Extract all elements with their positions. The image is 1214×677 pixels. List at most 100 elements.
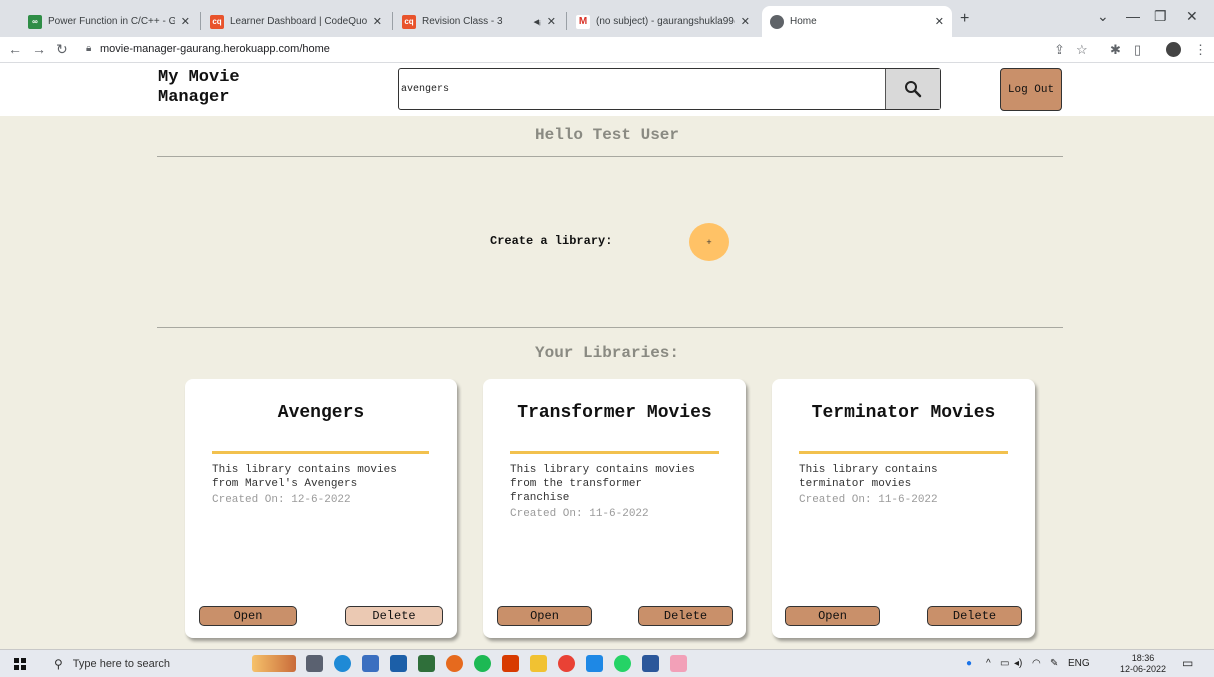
firefox-icon[interactable]	[446, 655, 463, 672]
spotify-icon[interactable]	[474, 655, 491, 672]
delete-library-button[interactable]: Delete	[345, 606, 443, 626]
taskbar-search[interactable]: ⚲ Type here to search	[40, 650, 230, 677]
tab-title: Revision Class - 3	[422, 16, 503, 27]
divider	[157, 156, 1063, 157]
card-accent-bar	[212, 451, 429, 454]
library-created-date: Created On: 12-6-2022	[212, 494, 351, 506]
library-description-text: This library contains movies from the tr…	[510, 464, 695, 504]
profile-avatar[interactable]	[1166, 42, 1181, 57]
language-indicator[interactable]: ENG	[1068, 658, 1090, 669]
clock-date: 12-06-2022	[1120, 664, 1167, 674]
tab-title: Power Function in C/C++ - Geek	[48, 16, 175, 27]
browser-tab-strip: ∞ Power Function in C/C++ - Geek ✕ cq Le…	[0, 0, 1214, 37]
browser-tab-revision-class[interactable]: cq Revision Class - 3 ◂ᵢ ✕	[394, 6, 564, 37]
card-accent-bar	[799, 451, 1008, 454]
cq-icon: cq	[402, 14, 416, 29]
back-icon[interactable]: ←	[8, 41, 22, 57]
cq-icon: cq	[210, 14, 224, 29]
help-icon[interactable]: ●	[966, 658, 972, 669]
close-window-icon[interactable]: ✕	[1186, 8, 1198, 25]
mail-icon[interactable]	[390, 655, 407, 672]
open-library-button[interactable]: Open	[785, 606, 880, 626]
app-icon[interactable]	[418, 655, 435, 672]
share-icon[interactable]: ⇪	[1054, 42, 1065, 58]
close-tab-icon[interactable]: ✕	[935, 15, 944, 28]
divider	[157, 327, 1063, 328]
tab-title: Home	[790, 16, 817, 27]
sidebar-icon[interactable]: ▯	[1134, 42, 1141, 58]
file-explorer-icon[interactable]	[530, 655, 547, 672]
lock-icon: 🔒︎	[86, 43, 92, 54]
forward-icon[interactable]: →	[32, 41, 46, 57]
delete-library-button[interactable]: Delete	[638, 606, 733, 626]
close-tab-icon[interactable]: ✕	[547, 15, 556, 28]
library-title: Transformer Movies	[517, 403, 712, 423]
tab-separator	[566, 12, 567, 30]
browser-tab-gmail[interactable]: M (no subject) - gaurangshukla99@ ✕	[568, 6, 758, 37]
tab-separator	[392, 12, 393, 30]
chevron-down-icon[interactable]: ⌄	[1097, 8, 1109, 25]
close-tab-icon[interactable]: ✕	[741, 15, 750, 28]
os-taskbar: ⚲ Type here to search ● ^ ▭ ◂) ◠ ✎ ENG 1…	[0, 649, 1214, 677]
delete-library-button[interactable]: Delete	[927, 606, 1022, 626]
reload-icon[interactable]: ↻	[56, 41, 68, 58]
office-icon[interactable]	[502, 655, 519, 672]
bookmark-star-icon[interactable]: ☆	[1076, 42, 1088, 58]
library-description-text: This library contains movies from Marvel…	[212, 464, 397, 490]
notifications-icon[interactable]: ▭	[1182, 656, 1193, 670]
new-tab-icon[interactable]: +	[960, 10, 969, 28]
library-card: Terminator Movies This library contains …	[772, 379, 1035, 638]
open-library-button[interactable]: Open	[497, 606, 592, 626]
widgets-icon[interactable]	[252, 655, 296, 672]
address-bar-url[interactable]: movie-manager-gaurang.herokuapp.com/home	[100, 43, 330, 55]
create-library-label: Create a library:	[490, 234, 613, 248]
windows-start-icon[interactable]	[14, 658, 26, 670]
speaker-icon[interactable]: ◂ᵢ	[534, 15, 541, 28]
restore-icon[interactable]: ❐	[1154, 8, 1167, 25]
clock-time: 18:36	[1131, 653, 1155, 663]
taskbar-clock[interactable]: 18:36 12-06-2022	[1120, 653, 1166, 675]
browser-tab-home[interactable]: Home ✕	[762, 6, 952, 37]
pen-icon[interactable]: ✎	[1050, 658, 1058, 669]
search-icon	[905, 81, 922, 98]
close-tab-icon[interactable]: ✕	[373, 15, 382, 28]
chevron-up-icon[interactable]: ^	[986, 658, 991, 669]
extensions-icon[interactable]: ✱	[1110, 42, 1121, 58]
tab-separator	[200, 12, 201, 30]
search-input[interactable]	[401, 71, 885, 107]
app-brand[interactable]: My Movie Manager	[158, 68, 268, 108]
tab-title: (no subject) - gaurangshukla99@	[596, 16, 735, 27]
open-library-button[interactable]: Open	[199, 606, 297, 626]
add-library-button[interactable]: +	[689, 223, 729, 261]
logout-button[interactable]: Log Out	[1000, 68, 1062, 111]
close-tab-icon[interactable]: ✕	[181, 15, 190, 28]
card-accent-bar	[510, 451, 719, 454]
gfg-icon: ∞	[28, 14, 42, 29]
library-title: Terminator Movies	[811, 403, 996, 423]
more-menu-icon[interactable]: ⋮	[1194, 42, 1207, 58]
app-header: My Movie Manager Log Out	[0, 63, 1214, 116]
search-button[interactable]	[885, 69, 940, 109]
battery-icon[interactable]: ▭	[1000, 658, 1009, 669]
globe-icon	[770, 14, 784, 29]
library-description: This library contains movies from the tr…	[510, 463, 700, 521]
browser-tab-learner-dashboard[interactable]: cq Learner Dashboard | CodeQuotie ✕	[202, 6, 390, 37]
word-icon[interactable]	[642, 655, 659, 672]
task-view-icon[interactable]	[306, 655, 323, 672]
browser-tab-geeks[interactable]: ∞ Power Function in C/C++ - Geek ✕	[20, 6, 198, 37]
library-created-date: Created On: 11-6-2022	[799, 494, 938, 506]
taskbar-search-placeholder: Type here to search	[72, 658, 171, 670]
minimize-icon[interactable]: —	[1126, 8, 1140, 24]
library-card: Transformer Movies This library contains…	[483, 379, 746, 638]
chrome-icon[interactable]	[558, 655, 575, 672]
wifi-icon[interactable]: ◠	[1032, 658, 1041, 669]
libraries-heading: Your Libraries:	[534, 344, 680, 362]
outlook-icon[interactable]	[586, 655, 603, 672]
library-description: This library contains movies from Marvel…	[212, 463, 402, 507]
volume-icon[interactable]: ◂)	[1014, 658, 1022, 669]
store-icon[interactable]	[362, 655, 379, 672]
paint-icon[interactable]	[670, 655, 687, 672]
whatsapp-icon[interactable]	[614, 655, 631, 672]
search-icon: ⚲	[54, 657, 63, 671]
edge-icon[interactable]	[334, 655, 351, 672]
